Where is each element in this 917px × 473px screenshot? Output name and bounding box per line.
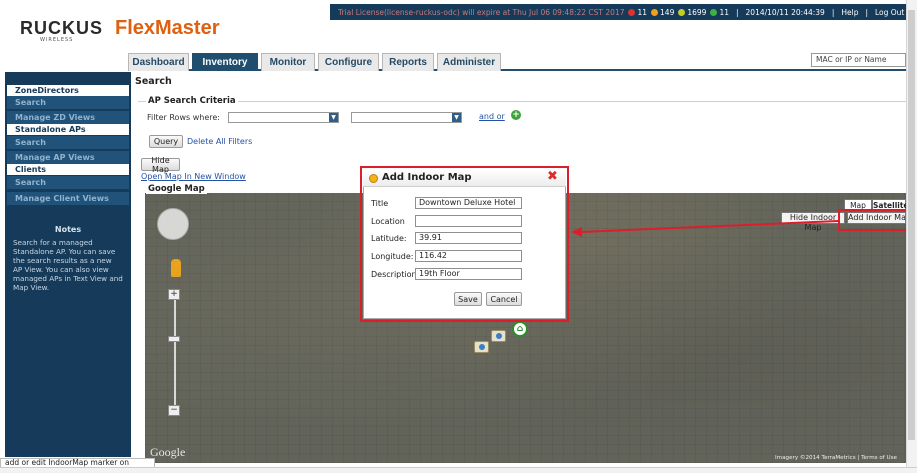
zoom-slider-thumb[interactable] [168, 336, 180, 342]
critical-dot-icon [628, 8, 636, 16]
description-label: Description [371, 270, 417, 279]
separator: | [865, 7, 868, 17]
dialog-title: Add Indoor Map [382, 172, 472, 183]
sidebar-item-manage-client-views[interactable]: Manage Client Views [7, 192, 129, 205]
latitude-input[interactable]: 39.91 [415, 232, 522, 244]
street-view-pegman-icon[interactable] [171, 259, 181, 277]
sidebar-item-client-search[interactable]: Search [7, 176, 129, 189]
longitude-label: Longitude: [371, 252, 414, 261]
app-title: FlexMaster [115, 17, 220, 39]
sidebar-section-clients: Clients [7, 164, 129, 175]
help-link[interactable]: Help [841, 8, 858, 17]
tab-inventory[interactable]: Inventory [192, 53, 258, 71]
map-attribution[interactable]: Imagery ©2014 TerraMetrics | Terms of Us… [775, 455, 897, 461]
ruckus-logo-subtitle: WIRELESS [40, 37, 74, 43]
separator: | [736, 7, 739, 17]
tab-reports[interactable]: Reports [382, 53, 434, 71]
alarm-critical-count[interactable]: 11 [628, 8, 647, 17]
location-label: Location [371, 217, 405, 226]
zoom-out-button[interactable]: − [168, 405, 180, 416]
and-or-links[interactable]: and or [479, 112, 505, 121]
ap-pin-icon [496, 333, 502, 339]
status-strip: Trial License(license-ruckus-odc) will e… [330, 4, 906, 20]
dropdown-arrow-icon: ▼ [329, 113, 338, 122]
query-button[interactable]: Query [149, 135, 183, 148]
mac-ip-search-input[interactable]: MAC or IP or Name [811, 53, 906, 67]
major-dot-icon [651, 8, 659, 16]
close-icon[interactable]: ✖ [547, 169, 558, 184]
google-logo: Google [150, 445, 186, 459]
zoom-in-button[interactable]: + [168, 289, 180, 300]
save-button[interactable]: Save [454, 292, 482, 306]
criteria-legend: AP Search Criteria [146, 96, 238, 106]
filter-value-select[interactable]: ▼ [351, 112, 462, 123]
location-input[interactable] [415, 215, 522, 227]
datetime: 2014/10/11 20:44:39 [745, 7, 825, 17]
page-title: Search [135, 76, 172, 87]
map-pan-control[interactable] [157, 208, 189, 240]
minor-dot-icon [678, 8, 686, 16]
separator: | [831, 7, 835, 17]
ap-marker[interactable] [491, 330, 506, 342]
open-map-new-window-link[interactable]: Open Map In New Window [141, 172, 246, 181]
title-input[interactable]: Downtown Deluxe Hotel [415, 197, 522, 209]
title-label: Title [371, 199, 389, 208]
tab-configure[interactable]: Configure [318, 53, 379, 71]
longitude-input[interactable]: 116.42 [415, 250, 522, 262]
trial-notice: Trial License(license-ruckus-odc) will e… [338, 7, 625, 17]
filter-label: Filter Rows where: [147, 113, 220, 122]
hide-map-button[interactable]: Hide Map [141, 156, 180, 174]
indoor-map-marker-icon[interactable]: ⌂ [512, 321, 528, 337]
alarm-major-count[interactable]: 149 [651, 8, 674, 17]
sidebar-item-ap-search[interactable]: Search [7, 136, 129, 149]
ap-pin-icon [479, 344, 485, 350]
tab-monitor[interactable]: Monitor [261, 53, 315, 71]
criteria-fieldset [138, 101, 906, 156]
dropdown-arrow-icon: ▼ [452, 113, 461, 122]
vertical-scrollbar-thumb[interactable] [908, 10, 915, 440]
zoom-slider-track[interactable] [174, 295, 176, 415]
main-tab-bar: Dashboard Inventory Monitor Configure Re… [128, 51, 906, 71]
button-highlight-box [838, 209, 912, 231]
horizontal-scrollbar[interactable] [0, 467, 917, 473]
tab-administer[interactable]: Administer [437, 53, 501, 71]
ruckus-logo: RUCKUS [20, 18, 104, 38]
dialog-info-icon [369, 174, 378, 183]
sidebar-item-manage-zd-views[interactable]: Manage ZD Views [7, 111, 129, 124]
notes-title: Notes [54, 225, 82, 234]
description-input[interactable]: 19th Floor [415, 268, 522, 280]
warning-dot-icon [710, 8, 718, 16]
alarm-warning-count[interactable]: 11 [710, 8, 729, 17]
tab-dashboard[interactable]: Dashboard [128, 53, 189, 71]
logout-link[interactable]: Log Out [875, 8, 904, 17]
sidebar-section-standalone-aps: Standalone APs [7, 124, 129, 135]
latitude-label: Latitude: [371, 234, 407, 243]
sidebar-item-manage-ap-views[interactable]: Manage AP Views [7, 151, 129, 164]
notes-text: Search for a managed Standalone AP. You … [13, 238, 123, 292]
hide-indoor-map-button[interactable]: Hide Indoor Map [781, 212, 845, 232]
ap-marker[interactable] [474, 341, 489, 353]
sidebar-item-zd-search[interactable]: Search [7, 96, 129, 109]
alarm-minor-count[interactable]: 1699 [678, 8, 706, 17]
cancel-button[interactable]: Cancel [486, 292, 522, 306]
delete-all-filters-link[interactable]: Delete All Filters [187, 137, 252, 146]
filter-field-select[interactable]: ▼ [228, 112, 339, 123]
add-filter-plus-icon[interactable]: + [511, 110, 521, 120]
sidebar-section-zonedirectors: ZoneDirectors [7, 85, 129, 96]
google-map-legend: Google Map [146, 184, 207, 194]
